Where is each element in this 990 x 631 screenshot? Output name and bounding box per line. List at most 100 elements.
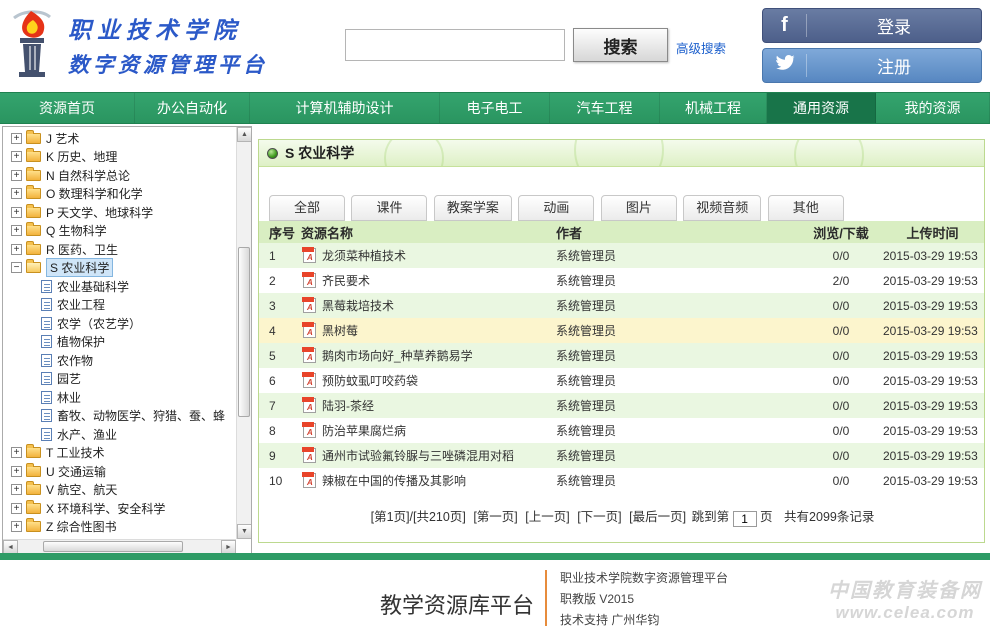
expand-icon[interactable]: + [11, 521, 22, 532]
header: 职业技术学院 数字资源管理平台 搜索 高级搜索 f 登录 注册 [0, 0, 990, 92]
nav-item-my-resources[interactable]: 我的资源 [876, 93, 990, 123]
cell-no: 2 [259, 274, 301, 288]
tree-item[interactable]: +U 交通运输 [5, 462, 235, 481]
resource-link[interactable]: 齐民要术 [301, 272, 556, 289]
tab-all[interactable]: 全部 [269, 195, 345, 221]
tab-courseware[interactable]: 课件 [351, 195, 427, 221]
resource-link[interactable]: 龙须菜种植技术 [301, 247, 556, 264]
pagination: [第1页]/[共210页] [第一页] [上一页] [下一页] [最后一页] 跳… [259, 506, 984, 527]
vertical-scroll-thumb[interactable] [238, 247, 250, 417]
resource-link[interactable]: 辣椒在中国的传播及其影响 [301, 472, 556, 489]
expand-icon[interactable]: + [11, 188, 22, 199]
cell-date: 2015-03-29 19:53 [881, 399, 984, 413]
search-button[interactable]: 搜索 [573, 28, 668, 62]
cell-no: 9 [259, 449, 301, 463]
expand-icon[interactable]: + [11, 207, 22, 218]
table-row: 9通州市试验氟铃脲与三唑磷混用对稻系统管理员0/02015-03-29 19:5… [259, 443, 984, 468]
tree-child-item[interactable]: 农业工程 [5, 296, 235, 315]
first-page-link[interactable]: [第一页] [473, 510, 517, 524]
tree-item[interactable]: +Q 生物科学 [5, 222, 235, 241]
tree-item[interactable]: + T 工业技术 [5, 444, 235, 463]
tree-item[interactable]: +O 数理科学和化学 [5, 185, 235, 204]
tree-child-item[interactable]: 农作物 [5, 351, 235, 370]
table-row: 1龙须菜种植技术系统管理员0/02015-03-29 19:53 [259, 243, 984, 268]
advanced-search-link[interactable]: 高级搜索 [676, 38, 726, 57]
tree-item[interactable]: +R 医药、卫生 [5, 240, 235, 259]
register-button[interactable]: 注册 [762, 48, 982, 83]
next-page-link[interactable]: [下一页] [577, 510, 621, 524]
tab-lesson-plans[interactable]: 教案学案 [434, 195, 512, 221]
nav-item-office-automation[interactable]: 办公自动化 [135, 93, 250, 123]
expand-icon[interactable]: + [11, 225, 22, 236]
resource-link[interactable]: 陆羽-茶经 [301, 397, 556, 414]
tree-child-item[interactable]: 农学（农艺学） [5, 314, 235, 333]
horizontal-scrollbar[interactable]: ◄ ► [3, 539, 236, 553]
pdf-icon [303, 448, 316, 463]
tree-item[interactable]: +Z 综合性图书 [5, 518, 235, 537]
nav-item-mechanical[interactable]: 机械工程 [660, 93, 767, 123]
tree-item-label: K 历史、地理 [46, 148, 117, 165]
tree-item[interactable]: +P 天文学、地球科学 [5, 203, 235, 222]
resource-name: 黑莓栽培技术 [322, 297, 394, 314]
folder-icon [26, 244, 41, 255]
vertical-scrollbar[interactable]: ▲ ▼ [236, 127, 251, 539]
tree-item[interactable]: +V 航空、航天 [5, 481, 235, 500]
tab-animation[interactable]: 动画 [518, 195, 594, 221]
resource-link[interactable]: 黑莓栽培技术 [301, 297, 556, 314]
document-icon [41, 391, 52, 404]
tree-item[interactable]: +J 艺术 [5, 129, 235, 148]
tree-child-item[interactable]: 畜牧、动物医学、狩猎、蚕、蜂 [5, 407, 235, 426]
last-page-link[interactable]: [最后一页] [629, 510, 686, 524]
section-bullet-icon [267, 148, 278, 159]
tab-other[interactable]: 其他 [768, 195, 844, 221]
resource-link[interactable]: 通州市试验氟铃脲与三唑磷混用对稻 [301, 447, 556, 464]
tree-item[interactable]: +N 自然科学总论 [5, 166, 235, 185]
tree-child-item[interactable]: 植物保护 [5, 333, 235, 352]
scroll-right-icon[interactable]: ► [221, 540, 236, 554]
prev-page-link[interactable]: [上一页] [525, 510, 569, 524]
register-button-label: 注册 [807, 53, 981, 78]
cell-date: 2015-03-29 19:53 [881, 324, 984, 338]
resource-link[interactable]: 预防蚊虱叮咬药袋 [301, 372, 556, 389]
resource-tabs: 全部 课件 教案学案 动画 图片 视频音频 其他 [269, 195, 984, 221]
scroll-left-icon[interactable]: ◄ [3, 540, 18, 554]
expand-icon[interactable]: + [11, 503, 22, 514]
resource-link[interactable]: 鹅肉市场向好_种草养鹅易学 [301, 347, 556, 364]
horizontal-scroll-thumb[interactable] [43, 541, 183, 552]
tree-item[interactable]: +X 环境科学、安全科学 [5, 499, 235, 518]
tree-child-item[interactable]: 园艺 [5, 370, 235, 389]
footer-platform-name: 教学资源库平台 [380, 588, 534, 620]
tree-child-item[interactable]: 林业 [5, 388, 235, 407]
tree-item-selected[interactable]: −S 农业科学 [5, 259, 235, 278]
pdf-icon [303, 273, 316, 288]
nav-item-general-resources[interactable]: 通用资源 [767, 93, 876, 123]
collapse-icon[interactable]: − [11, 262, 22, 273]
login-button[interactable]: f 登录 [762, 8, 982, 43]
expand-icon[interactable]: + [11, 151, 22, 162]
tree-child-item[interactable]: 农业基础科学 [5, 277, 235, 296]
search-input[interactable] [345, 29, 565, 61]
folder-icon [26, 521, 41, 532]
jump-page-input[interactable] [733, 511, 757, 527]
cell-date: 2015-03-29 19:53 [881, 474, 984, 488]
expand-icon[interactable]: + [11, 484, 22, 495]
nav-item-home[interactable]: 资源首页 [0, 93, 135, 123]
tab-images[interactable]: 图片 [601, 195, 677, 221]
tree-item-label: T 工业技术 [46, 444, 104, 461]
scroll-down-icon[interactable]: ▼ [237, 524, 252, 539]
nav-item-cad[interactable]: 计算机辅助设计 [250, 93, 440, 123]
expand-icon[interactable]: + [11, 447, 22, 458]
tree-item[interactable]: + K 历史、地理 [5, 148, 235, 167]
tab-audio-video[interactable]: 视频音频 [683, 195, 761, 221]
cell-author: 系统管理员 [556, 272, 801, 289]
resource-link[interactable]: 防治苹果腐烂病 [301, 422, 556, 439]
nav-item-automotive[interactable]: 汽车工程 [550, 93, 660, 123]
resource-link[interactable]: 黑树莓 [301, 322, 556, 339]
expand-icon[interactable]: + [11, 244, 22, 255]
expand-icon[interactable]: + [11, 133, 22, 144]
tree-child-item[interactable]: 水产、渔业 [5, 425, 235, 444]
expand-icon[interactable]: + [11, 170, 22, 181]
expand-icon[interactable]: + [11, 466, 22, 477]
scroll-up-icon[interactable]: ▲ [237, 127, 252, 142]
nav-item-electronics[interactable]: 电子电工 [440, 93, 550, 123]
